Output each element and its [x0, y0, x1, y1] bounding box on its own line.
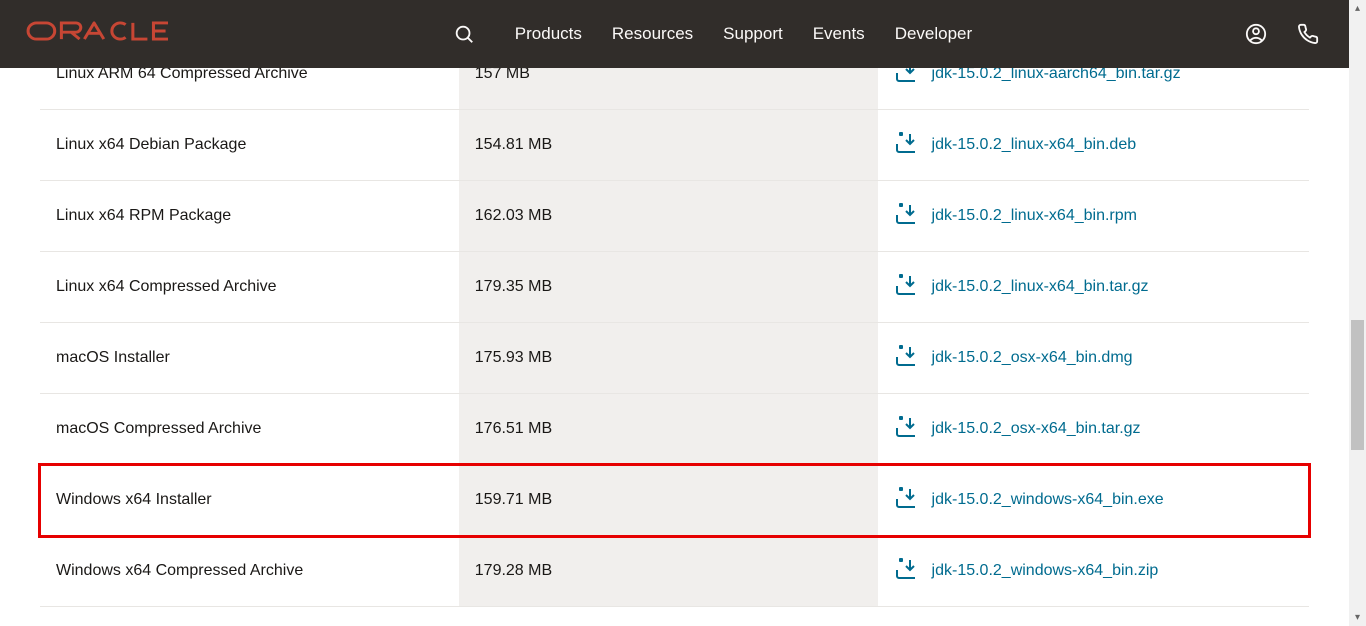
download-name: Linux x64 RPM Package — [40, 181, 459, 252]
download-icon[interactable] — [894, 345, 920, 372]
download-name: Linux ARM 64 Compressed Archive — [40, 68, 459, 110]
download-link[interactable]: jdk-15.0.2_linux-aarch64_bin.tar.gz — [932, 68, 1181, 83]
download-link[interactable]: jdk-15.0.2_osx-x64_bin.dmg — [932, 349, 1133, 367]
download-icon[interactable] — [894, 487, 920, 514]
table-row: Linux ARM 64 Compressed Archive157 MB jd… — [40, 68, 1309, 110]
download-link[interactable]: jdk-15.0.2_windows-x64_bin.exe — [932, 491, 1164, 509]
nav-support[interactable]: Support — [723, 24, 783, 44]
nav-center: Products Resources Support Events Develo… — [180, 23, 1245, 45]
download-size: 157 MB — [459, 68, 878, 110]
download-icon[interactable] — [894, 132, 920, 159]
download-icon[interactable] — [894, 203, 920, 230]
nav-right — [1245, 23, 1319, 45]
download-cell: jdk-15.0.2_osx-x64_bin.tar.gz — [878, 394, 1309, 465]
download-name: Linux x64 Debian Package — [40, 110, 459, 181]
download-size: 176.51 MB — [459, 394, 878, 465]
downloads-table: Linux ARM 64 Compressed Archive157 MB jd… — [40, 68, 1309, 607]
nav-developer[interactable]: Developer — [895, 24, 973, 44]
download-size: 179.28 MB — [459, 536, 878, 607]
oracle-logo[interactable] — [26, 19, 184, 50]
nav-products[interactable]: Products — [515, 24, 582, 44]
scroll-up-icon[interactable]: ▴ — [1349, 0, 1366, 17]
table-row: Windows x64 Installer159.71 MB jdk-15.0.… — [40, 465, 1309, 536]
download-link[interactable]: jdk-15.0.2_linux-x64_bin.deb — [932, 136, 1137, 154]
download-icon[interactable] — [894, 558, 920, 585]
scroll-down-icon[interactable]: ▾ — [1349, 609, 1366, 626]
download-link[interactable]: jdk-15.0.2_windows-x64_bin.zip — [932, 562, 1159, 580]
browser-scrollbar[interactable]: ▴ ▾ — [1349, 0, 1366, 626]
download-link[interactable]: jdk-15.0.2_linux-x64_bin.tar.gz — [932, 278, 1149, 296]
download-cell: jdk-15.0.2_linux-x64_bin.rpm — [878, 181, 1309, 252]
scroll-thumb[interactable] — [1351, 320, 1364, 450]
download-name: macOS Installer — [40, 323, 459, 394]
download-link[interactable]: jdk-15.0.2_linux-x64_bin.rpm — [932, 207, 1137, 225]
download-link[interactable]: jdk-15.0.2_osx-x64_bin.tar.gz — [932, 420, 1141, 438]
nav-resources[interactable]: Resources — [612, 24, 693, 44]
account-icon[interactable] — [1245, 23, 1267, 45]
table-row: Windows x64 Compressed Archive179.28 MB … — [40, 536, 1309, 607]
download-size: 179.35 MB — [459, 252, 878, 323]
download-size: 162.03 MB — [459, 181, 878, 252]
table-row: macOS Installer175.93 MB jdk-15.0.2_osx-… — [40, 323, 1309, 394]
downloads-section: Linux ARM 64 Compressed Archive157 MB jd… — [0, 68, 1349, 626]
download-cell: jdk-15.0.2_linux-aarch64_bin.tar.gz — [878, 68, 1309, 110]
download-name: Windows x64 Compressed Archive — [40, 536, 459, 607]
download-size: 159.71 MB — [459, 465, 878, 536]
download-name: Linux x64 Compressed Archive — [40, 252, 459, 323]
download-size: 175.93 MB — [459, 323, 878, 394]
download-icon[interactable] — [894, 68, 920, 88]
download-name: macOS Compressed Archive — [40, 394, 459, 465]
nav-events[interactable]: Events — [813, 24, 865, 44]
download-size: 154.81 MB — [459, 110, 878, 181]
download-cell: jdk-15.0.2_linux-x64_bin.deb — [878, 110, 1309, 181]
download-cell: jdk-15.0.2_windows-x64_bin.exe — [878, 465, 1309, 536]
download-cell: jdk-15.0.2_osx-x64_bin.dmg — [878, 323, 1309, 394]
download-cell: jdk-15.0.2_linux-x64_bin.tar.gz — [878, 252, 1309, 323]
table-row: Linux x64 Debian Package154.81 MB jdk-15… — [40, 110, 1309, 181]
download-cell: jdk-15.0.2_windows-x64_bin.zip — [878, 536, 1309, 607]
table-row: Linux x64 RPM Package162.03 MB jdk-15.0.… — [40, 181, 1309, 252]
phone-icon[interactable] — [1297, 23, 1319, 45]
download-icon[interactable] — [894, 416, 920, 443]
table-row: Linux x64 Compressed Archive179.35 MB jd… — [40, 252, 1309, 323]
top-navbar: Products Resources Support Events Develo… — [0, 0, 1349, 68]
table-row: macOS Compressed Archive176.51 MB jdk-15… — [40, 394, 1309, 465]
search-icon[interactable] — [453, 23, 475, 45]
download-icon[interactable] — [894, 274, 920, 301]
download-name: Windows x64 Installer — [40, 465, 459, 536]
